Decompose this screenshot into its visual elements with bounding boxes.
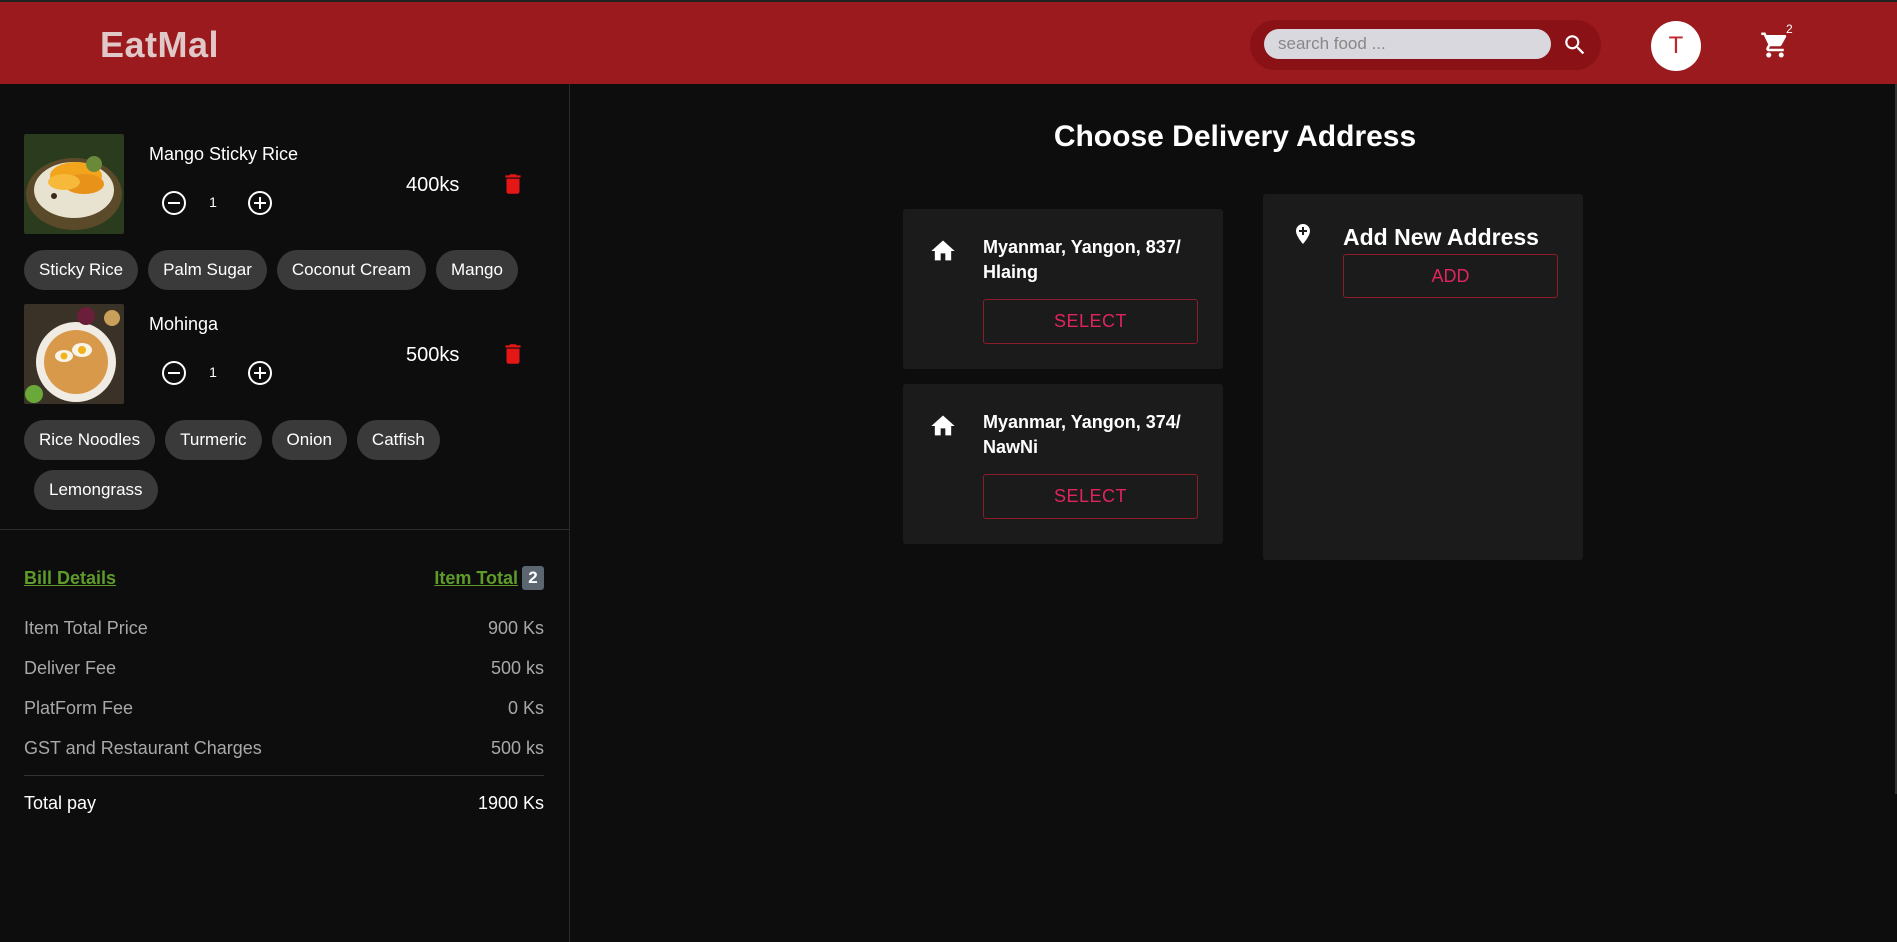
ingredient-chip[interactable]: Lemongrass: [34, 470, 158, 510]
ingredient-chip[interactable]: Palm Sugar: [148, 250, 267, 290]
item-name: Mango Sticky Rice: [149, 144, 299, 164]
bill-label: PlatForm Fee: [24, 698, 134, 718]
mango-sticky-rice-image: [24, 134, 124, 234]
bill-row: Deliver Fee 500 ks: [24, 658, 544, 679]
item-total-link[interactable]: Item Total: [434, 568, 518, 589]
add-address-title: Add New Address: [1343, 224, 1539, 250]
bill-label: GST and Restaurant Charges: [24, 738, 262, 758]
bill-separator: [24, 775, 544, 776]
search-input[interactable]: [1264, 29, 1551, 59]
item-price: 400ks: [406, 174, 460, 196]
bill-row: GST and Restaurant Charges 500 ks: [24, 738, 544, 759]
quantity-value: 1: [209, 194, 217, 210]
mohinga-image: [24, 304, 124, 404]
search-icon[interactable]: [1562, 32, 1588, 58]
add-address-card: Add New Address ADD: [1263, 194, 1583, 560]
bill-row: PlatForm Fee 0 Ks: [24, 698, 544, 719]
increase-quantity-icon[interactable]: [246, 359, 274, 387]
bill-label: Deliver Fee: [24, 658, 117, 678]
address-text: Myanmar, Yangon, 374/ NawNi: [983, 412, 1181, 457]
quantity-value: 1: [209, 364, 217, 380]
address-card: Myanmar, Yangon, 374/ NawNi SELECT: [903, 384, 1223, 544]
item-total-badge: 2: [522, 566, 544, 590]
delete-icon[interactable]: [500, 340, 526, 368]
cart-panel: Mango Sticky Rice 1 400ks Sticky Rice Pa…: [0, 84, 570, 942]
ingredient-chip[interactable]: Rice Noodles: [24, 420, 156, 460]
select-address-button[interactable]: SELECT: [983, 474, 1198, 519]
cart-count-badge: 2: [1786, 22, 1793, 36]
search-bar: [1250, 20, 1601, 70]
brand-logo[interactable]: EatMal: [100, 24, 219, 66]
bill-row: Item Total Price 900 Ks: [24, 618, 544, 639]
select-address-button[interactable]: SELECT: [983, 299, 1198, 344]
top-app-bar: EatMal T 2: [0, 0, 1897, 84]
increase-quantity-icon[interactable]: [246, 189, 274, 217]
address-card: Myanmar, Yangon, 837/ Hlaing SELECT: [903, 209, 1223, 369]
delete-icon[interactable]: [500, 170, 526, 198]
ingredient-chips: Rice Noodles Turmeric Onion Catfish Lemo…: [24, 420, 554, 510]
add-location-icon: [1296, 224, 1310, 244]
ingredient-chip[interactable]: Onion: [271, 420, 347, 460]
decrease-quantity-icon[interactable]: [160, 189, 188, 217]
total-value: 1900 Ks: [477, 793, 544, 813]
bill-header: Bill Details Item Total 2: [24, 566, 544, 594]
total-label: Total pay: [24, 793, 97, 813]
home-icon: [931, 240, 955, 261]
bill-value: 900 Ks: [487, 618, 544, 638]
ingredient-chip[interactable]: Sticky Rice: [24, 250, 139, 290]
item-name: Mohinga: [149, 314, 219, 334]
ingredient-chips: Sticky Rice Palm Sugar Coconut Cream Man…: [24, 250, 554, 290]
ingredient-chip[interactable]: Catfish: [356, 420, 440, 460]
page-title: Choose Delivery Address: [1053, 120, 1417, 153]
bill-value: 500 ks: [490, 658, 544, 678]
bill-value: 500 ks: [490, 738, 544, 758]
bill-details-link[interactable]: Bill Details: [24, 568, 116, 589]
address-text: Myanmar, Yangon, 837/ Hlaing: [983, 237, 1181, 282]
home-icon: [931, 415, 955, 436]
decrease-quantity-icon[interactable]: [160, 359, 188, 387]
cart-item: Mango Sticky Rice 1 400ks: [24, 134, 554, 234]
ingredient-chip[interactable]: Turmeric: [165, 420, 262, 460]
bill-label: Item Total Price: [24, 618, 148, 638]
avatar[interactable]: T: [1651, 21, 1701, 71]
ingredient-chip[interactable]: Coconut Cream: [276, 250, 426, 290]
add-address-button[interactable]: ADD: [1343, 254, 1558, 298]
total-row: Total pay 1900 Ks: [24, 793, 544, 814]
section-divider: [0, 529, 570, 530]
bill-value: 0 Ks: [507, 698, 544, 718]
cart-item: Mohinga 1 500ks: [24, 304, 554, 404]
ingredient-chip[interactable]: Mango: [435, 250, 518, 290]
item-price: 500ks: [406, 344, 460, 366]
